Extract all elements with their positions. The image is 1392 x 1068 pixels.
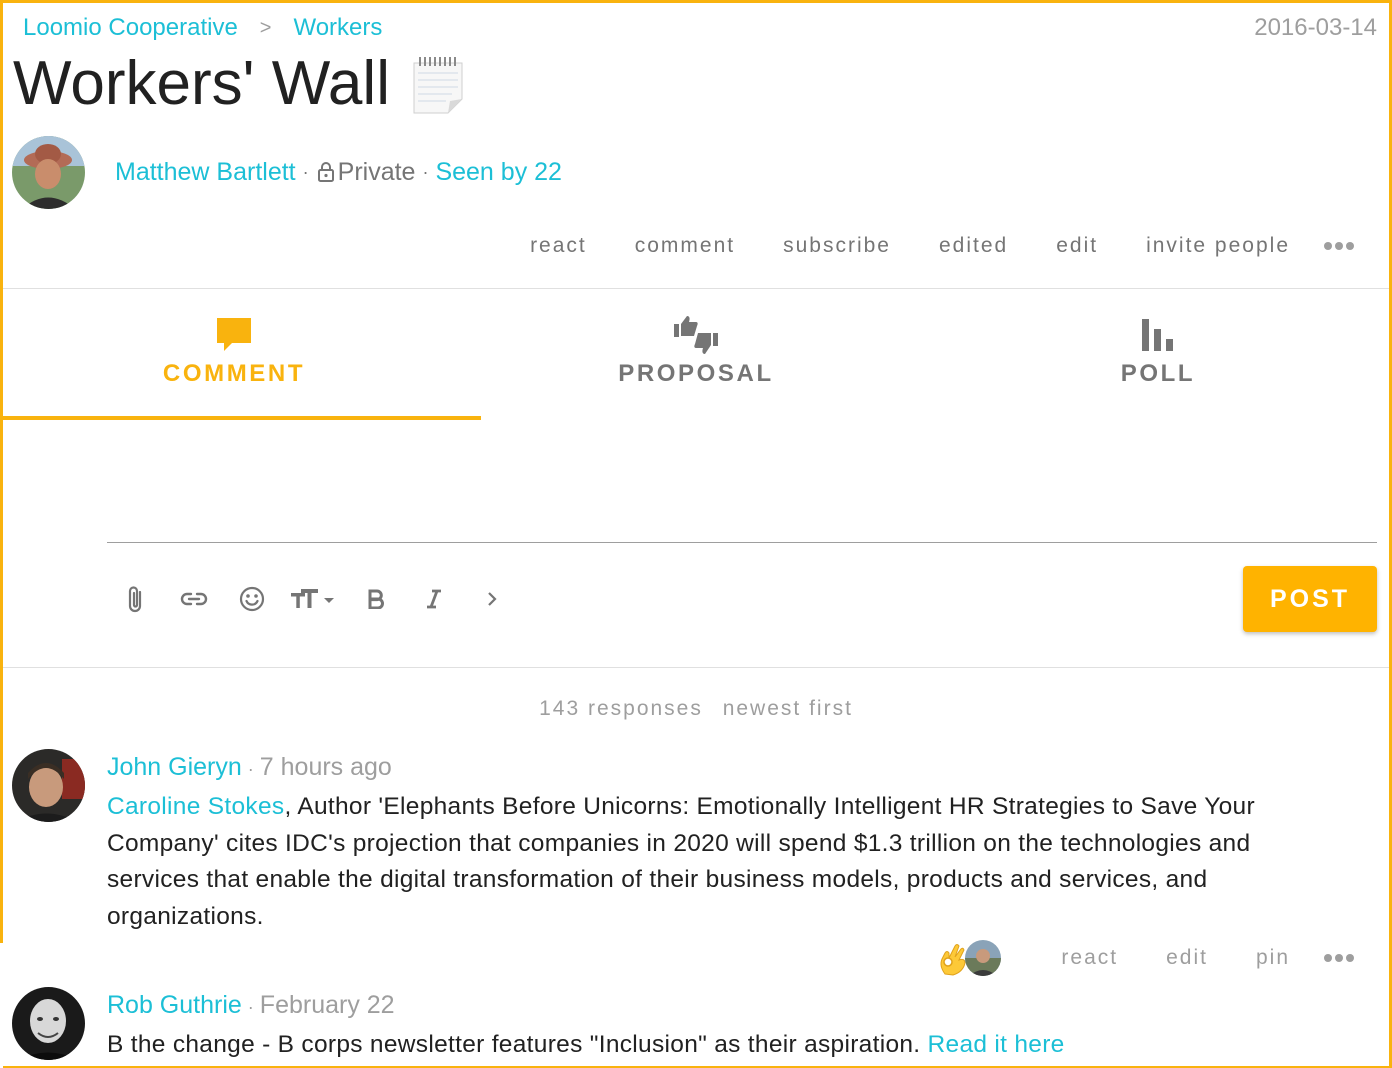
tab-proposal[interactable]: PROPOSAL xyxy=(465,290,927,420)
comment-edit-action[interactable]: edit xyxy=(1166,946,1208,970)
comment-actions: react edit pin xyxy=(937,938,1354,978)
meta-separator: · xyxy=(302,161,309,182)
activity-tabs: COMMENT PROPOSAL POLL xyxy=(3,290,1389,420)
comment-body: Caroline Stokes, Author 'Elephants Befor… xyxy=(107,789,1347,935)
italic-icon[interactable] xyxy=(414,579,454,619)
chevron-right-icon[interactable] xyxy=(472,579,512,619)
lock-icon xyxy=(316,161,336,183)
reactions[interactable] xyxy=(937,940,1002,976)
responses-count: 143 responses xyxy=(539,697,703,720)
spiral-notepad-icon xyxy=(412,53,464,115)
comment-text: B the change - B corps newsletter featur… xyxy=(107,1031,928,1058)
editor-toolbar xyxy=(116,578,530,620)
more-options-icon[interactable] xyxy=(1324,953,1354,963)
tab-poll[interactable]: POLL xyxy=(927,290,1389,420)
comment-header: Rob Guthrie · February 22 xyxy=(107,991,395,1020)
attach-icon[interactable] xyxy=(116,579,156,619)
sort-order-toggle[interactable]: newest first xyxy=(723,697,853,720)
thread-author-row: Matthew Bartlett · Private · Seen by 22 xyxy=(12,135,562,209)
tab-comment-label: COMMENT xyxy=(162,360,306,387)
page-title: Workers' Wall xyxy=(13,44,464,124)
list-item: John Gieryn · 7 hours ago Caroline Stokes,… xyxy=(12,749,1382,930)
comment-body: B the change - B corps newsletter featur… xyxy=(107,1027,1347,1064)
seen-by-link[interactable]: Seen by 22 xyxy=(435,158,562,187)
divider xyxy=(3,667,1389,668)
comment-icon xyxy=(210,312,258,358)
privacy-label: Private xyxy=(337,157,416,186)
meta-separator: · xyxy=(422,161,429,182)
comment-time: 7 hours ago xyxy=(259,753,392,781)
invite-people-action[interactable]: invite people xyxy=(1146,234,1290,258)
comment-react-action[interactable]: react xyxy=(1061,946,1118,970)
breadcrumb-subgroup-link[interactable]: Workers xyxy=(293,14,382,42)
meta-separator: · xyxy=(247,997,254,1017)
breadcrumb: Loomio Cooperative > Workers xyxy=(23,14,382,42)
tab-proposal-label: PROPOSAL xyxy=(618,360,774,387)
meta-separator: · xyxy=(247,759,254,779)
thread-title: Workers' Wall xyxy=(13,49,390,118)
thumbs-icon xyxy=(672,312,720,358)
read-it-here-link[interactable]: Read it here xyxy=(928,1031,1065,1058)
bar-chart-icon xyxy=(1134,312,1182,358)
divider xyxy=(3,288,1389,289)
bold-icon[interactable] xyxy=(356,579,396,619)
mention-link[interactable]: Caroline Stokes xyxy=(107,793,284,820)
comment-author-link[interactable]: John Gieryn xyxy=(107,753,242,781)
comment-author-link[interactable]: Rob Guthrie xyxy=(107,991,242,1019)
breadcrumb-group-link[interactable]: Loomio Cooperative xyxy=(23,14,238,42)
list-item: Rob Guthrie · February 22 B the change - B… xyxy=(12,987,1382,1065)
tab-comment[interactable]: COMMENT xyxy=(3,290,481,420)
responses-header: 143 responses newest first xyxy=(0,697,1392,721)
comment-header: John Gieryn · 7 hours ago xyxy=(107,753,392,782)
edit-action[interactable]: edit xyxy=(1056,234,1098,258)
react-action[interactable]: react xyxy=(530,234,587,258)
link-icon[interactable] xyxy=(174,579,214,619)
text-size-icon[interactable] xyxy=(290,579,338,619)
avatar[interactable] xyxy=(12,135,85,209)
avatar[interactable] xyxy=(12,987,85,1060)
subscribe-action[interactable]: subscribe xyxy=(783,234,891,258)
more-options-icon[interactable] xyxy=(1324,241,1354,251)
tab-poll-label: POLL xyxy=(1120,360,1196,387)
avatar xyxy=(965,940,1002,976)
avatar[interactable] xyxy=(12,749,85,822)
post-button[interactable]: POST xyxy=(1243,566,1377,632)
comment-time: February 22 xyxy=(259,991,395,1019)
breadcrumb-separator: > xyxy=(259,16,272,39)
emoji-icon[interactable] xyxy=(232,579,272,619)
edited-action[interactable]: edited xyxy=(939,234,1008,258)
thread-date: 2016-03-14 xyxy=(1254,14,1377,41)
comment-pin-action[interactable]: pin xyxy=(1256,946,1290,970)
comment-input[interactable] xyxy=(107,542,1377,543)
comment-action[interactable]: comment xyxy=(635,234,735,258)
thread-actions: react comment subscribe edited edit invi… xyxy=(482,234,1354,258)
author-name-link[interactable]: Matthew Bartlett xyxy=(115,158,296,187)
thread-meta: Matthew Bartlett · Private · Seen by 22 xyxy=(115,158,562,187)
